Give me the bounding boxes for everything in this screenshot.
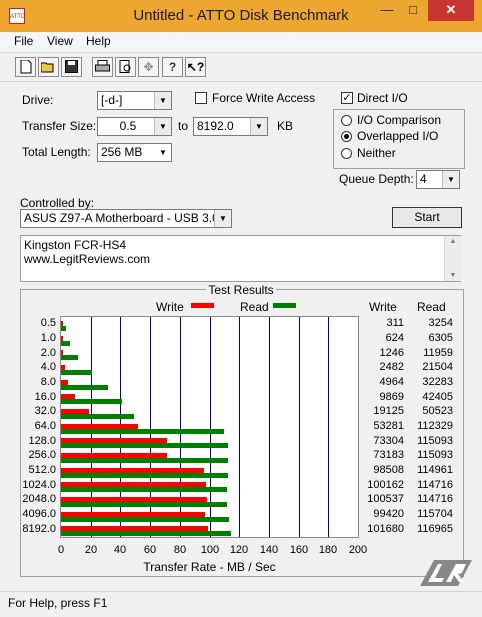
transfer-from-value: 0.5 bbox=[119, 119, 137, 133]
description-textarea[interactable]: Kingston FCR-HS4 www.LegitReviews.com bbox=[20, 235, 461, 282]
print-icon[interactable] bbox=[92, 57, 113, 77]
transfer-to-label: to bbox=[178, 119, 189, 133]
overlapped-io-radio[interactable] bbox=[341, 131, 352, 142]
read-bar bbox=[61, 340, 71, 346]
grid-line bbox=[269, 317, 270, 537]
queue-depth-value: 4 bbox=[420, 172, 427, 186]
total-length-value: 256 MB bbox=[101, 145, 143, 159]
new-icon[interactable] bbox=[15, 57, 36, 77]
chevron-down-icon: ▼ bbox=[154, 92, 171, 109]
write-legend-label: Write bbox=[156, 300, 184, 314]
transfer-from-select[interactable]: 0.5 ▼ bbox=[97, 117, 172, 136]
save-icon[interactable] bbox=[61, 57, 82, 77]
force-write-checkbox[interactable] bbox=[195, 92, 207, 104]
drive-select[interactable]: [-d-] ▼ bbox=[97, 91, 172, 110]
read-bar bbox=[61, 428, 224, 434]
transfer-size-label: Transfer Size: bbox=[22, 119, 97, 133]
direct-io-label: Direct I/O bbox=[357, 91, 408, 105]
neither-label: Neither bbox=[357, 146, 396, 160]
context-help-icon[interactable]: ↖? bbox=[185, 57, 206, 77]
total-length-label: Total Length: bbox=[22, 145, 91, 159]
menu-file[interactable]: File bbox=[14, 34, 33, 48]
results-chart bbox=[60, 316, 359, 538]
scroll-up-icon[interactable]: ▲ bbox=[445, 238, 461, 245]
scroll-down-icon[interactable]: ▼ bbox=[445, 272, 461, 279]
controlled-by-label: Controlled by: bbox=[20, 196, 95, 210]
read-legend-swatch bbox=[273, 303, 296, 308]
print-preview-icon[interactable] bbox=[115, 57, 136, 77]
queue-depth-select[interactable]: 4 ▼ bbox=[416, 170, 460, 189]
total-length-select[interactable]: 256 MB ▼ bbox=[97, 143, 172, 162]
grid-line bbox=[328, 317, 329, 537]
io-comparison-label: I/O Comparison bbox=[357, 113, 442, 127]
grid-line bbox=[239, 317, 240, 537]
transfer-to-value: 8192.0 bbox=[197, 119, 234, 133]
controller-select[interactable]: ASUS Z97-A Motherboard - USB 3.0 ▼ bbox=[20, 209, 232, 228]
overlapped-io-label: Overlapped I/O bbox=[357, 129, 439, 143]
menu-help[interactable]: Help bbox=[86, 34, 111, 48]
read-bar bbox=[61, 326, 66, 331]
grid-line bbox=[299, 317, 300, 537]
chevron-down-icon: ▼ bbox=[442, 171, 459, 188]
read-legend-label: Read bbox=[240, 300, 269, 314]
drive-value: [-d-] bbox=[101, 93, 123, 107]
start-button[interactable]: Start bbox=[392, 207, 462, 228]
queue-depth-label: Queue Depth: bbox=[339, 172, 414, 186]
write-legend-swatch bbox=[191, 303, 214, 308]
io-comparison-radio[interactable] bbox=[341, 115, 352, 126]
read-bar bbox=[61, 443, 228, 449]
status-text: For Help, press F1 bbox=[8, 596, 108, 610]
read-bar bbox=[61, 458, 228, 463]
close-button[interactable]: ✕ bbox=[428, 0, 474, 21]
description-scrollbar[interactable]: ▲ ▼ bbox=[444, 236, 461, 281]
help-icon[interactable]: ? bbox=[162, 57, 183, 77]
open-icon[interactable] bbox=[38, 57, 59, 77]
write-column-header: Write bbox=[369, 300, 397, 314]
test-results-title: Test Results bbox=[206, 283, 276, 297]
read-column-header: Read bbox=[417, 300, 446, 314]
chevron-down-icon: ▼ bbox=[155, 144, 171, 161]
read-bar bbox=[61, 414, 135, 419]
direct-io-checkbox[interactable]: ✓ bbox=[341, 92, 353, 104]
force-write-label: Force Write Access bbox=[212, 91, 316, 105]
read-bar bbox=[61, 472, 228, 478]
controller-value: ASUS Z97-A Motherboard - USB 3.0 bbox=[24, 211, 219, 225]
chevron-down-icon: ▼ bbox=[154, 118, 171, 135]
chevron-down-icon: ▼ bbox=[250, 118, 267, 135]
read-bar bbox=[61, 487, 228, 493]
move-icon[interactable]: ✥ bbox=[138, 57, 159, 77]
minimize-button[interactable]: — bbox=[374, 0, 400, 21]
read-bar bbox=[61, 399, 123, 405]
x-axis-title: Transfer Rate - MB / Sec bbox=[143, 560, 276, 574]
maximize-button[interactable]: □ bbox=[400, 0, 426, 21]
drive-label: Drive: bbox=[22, 93, 54, 107]
legitreviews-logo bbox=[420, 560, 472, 586]
transfer-to-select[interactable]: 8192.0 ▼ bbox=[193, 117, 268, 136]
read-bar bbox=[61, 531, 231, 537]
read-bar bbox=[61, 502, 228, 507]
read-bar bbox=[61, 355, 79, 361]
read-bar bbox=[61, 516, 229, 522]
read-bar bbox=[61, 370, 93, 375]
description-line: Kingston FCR-HS4 bbox=[24, 238, 127, 252]
menu-view[interactable]: View bbox=[47, 34, 73, 48]
chevron-down-icon: ▼ bbox=[214, 210, 231, 227]
description-line: www.LegitReviews.com bbox=[24, 252, 151, 266]
neither-radio[interactable] bbox=[341, 148, 352, 159]
transfer-unit-label: KB bbox=[277, 119, 294, 133]
read-bar bbox=[61, 384, 108, 390]
